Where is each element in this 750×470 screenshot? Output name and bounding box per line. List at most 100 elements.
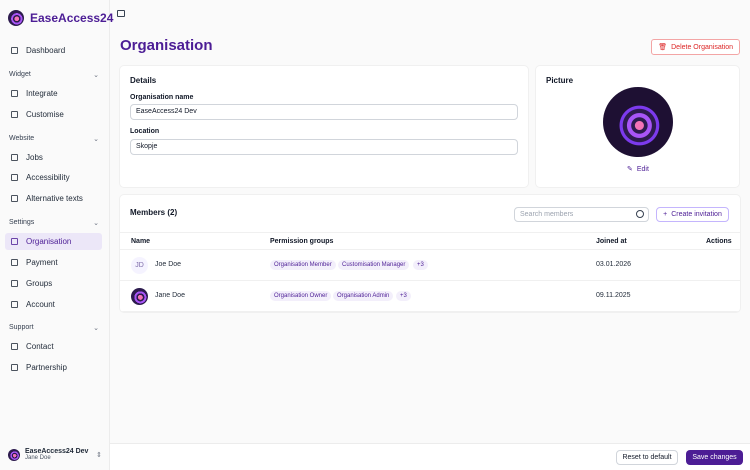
brand-name: EaseAccess24 <box>30 11 114 25</box>
avatar <box>131 288 148 305</box>
section-website[interactable]: Website ⌄ <box>9 135 99 143</box>
sidebar-item-customise[interactable]: Customise <box>5 106 102 123</box>
table-row[interactable]: Jane Doe Organisation Owner Organisation… <box>120 281 740 312</box>
accessibility-icon <box>11 174 18 181</box>
group-more-tag[interactable]: +3 <box>396 291 411 301</box>
sidebar-item-partnership[interactable]: Partnership <box>5 359 102 376</box>
plus-icon: + <box>663 211 668 218</box>
user-org: EaseAccess24 Dev <box>25 448 89 455</box>
reset-to-default-button[interactable]: Reset to default <box>616 450 678 465</box>
table-header: Name Permission groups Joined at Actions <box>120 232 740 250</box>
sidebar: EaseAccess24 Dashboard Widget ⌄ Integrate… <box>0 0 113 470</box>
brand-logo-icon <box>8 10 24 26</box>
sidebar-item-alternative-texts[interactable]: Alternative texts <box>5 190 102 207</box>
partnership-icon <box>11 364 18 371</box>
search-members-input[interactable]: Search members <box>514 207 649 222</box>
sidebar-item-contact[interactable]: Contact <box>5 338 102 355</box>
chevron-down-icon: ⌄ <box>93 72 99 79</box>
details-card: Details Organisation name EaseAccess24 D… <box>120 66 528 187</box>
user-switcher[interactable]: EaseAccess24 Dev Jane Doe ⇕ <box>8 448 102 461</box>
user-name: Jane Doe <box>25 455 51 461</box>
sidebar-item-jobs[interactable]: Jobs <box>5 149 102 166</box>
brand[interactable]: EaseAccess24 <box>8 10 113 26</box>
section-label: Widget <box>9 71 31 78</box>
sidebar-item-accessibility[interactable]: Accessibility <box>5 169 102 186</box>
section-support[interactable]: Support ⌄ <box>9 324 99 332</box>
pencil-icon: ✎ <box>627 166 633 173</box>
contact-icon <box>11 343 18 350</box>
location-label: Location <box>130 128 160 135</box>
sidebar-item-label: Groups <box>26 279 53 288</box>
avatar: JD <box>131 257 148 274</box>
invite-label: Create invitation <box>671 211 722 218</box>
org-name-field[interactable]: EaseAccess24 Dev <box>130 104 518 120</box>
delete-organisation-button[interactable]: 🗑 Delete Organisation <box>651 39 740 55</box>
section-settings[interactable]: Settings ⌄ <box>9 219 99 227</box>
sidebar-item-label: Payment <box>26 258 58 267</box>
sidebar-item-label: Alternative texts <box>26 194 83 203</box>
chevron-updown-icon: ⇕ <box>96 451 102 459</box>
table-row[interactable]: JD Joe Doe Organisation Member Customisa… <box>120 250 740 281</box>
create-invitation-button[interactable]: + Create invitation <box>656 207 729 222</box>
sidebar-item-label: Customise <box>26 110 64 119</box>
picture-title: Picture <box>546 76 574 85</box>
sidebar-item-payment[interactable]: Payment <box>5 254 102 271</box>
groups-icon <box>11 280 18 287</box>
organisation-icon <box>11 238 18 245</box>
edit-picture-button[interactable]: ✎ Edit <box>627 165 649 174</box>
column-header-actions: Actions <box>706 238 732 245</box>
organisation-picture <box>603 87 673 157</box>
location-field[interactable]: Skopje <box>130 139 518 155</box>
details-title: Details <box>130 76 157 85</box>
sidebar-item-organisation[interactable]: Organisation <box>5 233 102 250</box>
group-tag: Organisation Admin <box>333 291 394 301</box>
joined-date: 03.01.2026 <box>596 261 632 268</box>
section-label: Website <box>9 135 35 142</box>
group-tag: Organisation Owner <box>270 291 332 301</box>
sidebar-item-label: Contact <box>26 342 54 351</box>
jobs-icon <box>11 154 18 161</box>
avatar <box>8 448 20 461</box>
member-name: Jane Doe <box>155 292 185 299</box>
sidebar-item-label: Account <box>26 300 55 309</box>
sidebar-item-dashboard[interactable]: Dashboard <box>5 42 102 59</box>
alt-text-icon <box>11 195 18 202</box>
chevron-down-icon: ⌄ <box>93 220 99 227</box>
sidebar-item-label: Integrate <box>26 89 58 98</box>
account-icon <box>11 301 18 308</box>
page-title: Organisation <box>120 37 213 54</box>
column-header-groups: Permission groups <box>270 238 334 245</box>
sidebar-item-integrate[interactable]: Integrate <box>5 85 102 102</box>
members-title: Members (2) <box>130 208 178 217</box>
group-more-tag[interactable]: +3 <box>413 260 428 270</box>
trash-icon: 🗑 <box>658 44 668 51</box>
sidebar-toggle-icon[interactable] <box>117 10 125 17</box>
chevron-down-icon: ⌄ <box>93 325 99 332</box>
section-widget[interactable]: Widget ⌄ <box>9 71 99 79</box>
save-changes-button[interactable]: Save changes <box>686 450 743 465</box>
section-label: Support <box>9 324 34 331</box>
column-header-joined: Joined at <box>596 238 627 245</box>
sidebar-item-label: Partnership <box>26 363 67 372</box>
sidebar-item-groups[interactable]: Groups <box>5 275 102 292</box>
picture-card: Picture ✎ Edit <box>536 66 739 187</box>
member-name: Joe Doe <box>155 261 182 268</box>
sidebar-item-label: Accessibility <box>26 173 70 182</box>
search-icon[interactable] <box>636 210 644 218</box>
sidebar-item-label: Organisation <box>26 237 72 246</box>
members-card: Members (2) Search members + Create invi… <box>120 195 740 312</box>
customise-icon <box>11 111 18 118</box>
edit-label: Edit <box>636 165 649 173</box>
group-tag: Customisation Manager <box>338 260 410 270</box>
integrate-icon <box>11 90 18 97</box>
joined-date: 09.11.2025 <box>596 292 631 299</box>
sidebar-item-account[interactable]: Account <box>5 296 102 313</box>
sidebar-item-label: Dashboard <box>26 46 66 55</box>
sidebar-item-label: Jobs <box>26 153 43 162</box>
payment-icon <box>11 259 18 266</box>
delete-label: Delete Organisation <box>671 43 733 51</box>
dashboard-icon <box>11 47 18 54</box>
column-header-name: Name <box>131 238 151 245</box>
section-label: Settings <box>9 219 35 226</box>
main-content: Organisation 🗑 Delete Organisation Detai… <box>110 0 750 470</box>
